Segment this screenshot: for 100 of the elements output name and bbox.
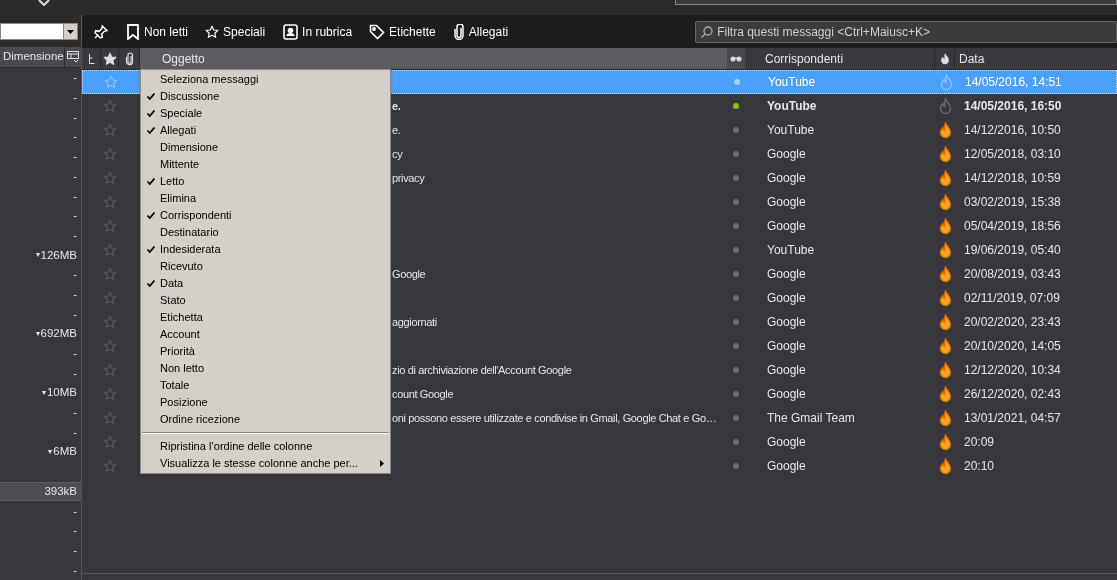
star-icon	[103, 291, 117, 305]
message-date: 20/02/2020, 23:43	[964, 315, 1061, 329]
menu-item[interactable]: Mittente	[141, 156, 390, 173]
message-sender: Google	[767, 315, 806, 329]
check-icon	[146, 93, 155, 100]
menu-item[interactable]: Priorità	[141, 343, 390, 360]
message-sender: Google	[767, 387, 806, 401]
expand-marker[interactable]: ▾	[41, 387, 46, 400]
filter-button[interactable]: Non letti	[126, 22, 189, 41]
message-date: 13/01/2021, 04:57	[964, 411, 1061, 425]
message-date: 14/05/2016, 16:50	[964, 99, 1062, 113]
folder-size: 6MB	[53, 444, 77, 460]
column-header[interactable]: Oggetto	[140, 48, 727, 69]
address-field[interactable]	[675, 0, 1117, 5]
expand-marker[interactable]: ▾	[35, 249, 40, 262]
message-date: 02/11/2019, 07:09	[964, 291, 1060, 305]
folder-size: -	[73, 129, 77, 145]
star-icon	[103, 411, 117, 425]
column-header[interactable]: Corrispondenti	[745, 48, 935, 69]
menu-item[interactable]: Non letto	[141, 360, 390, 377]
star-icon	[103, 363, 117, 377]
folder-dropdown[interactable]	[0, 23, 78, 41]
message-date: 03/02/2019, 15:38	[964, 195, 1061, 209]
filter-button[interactable]: Etichette	[369, 22, 436, 41]
menu-item[interactable]: Totale	[141, 377, 390, 394]
star-icon	[103, 195, 117, 209]
folder-size: -	[73, 70, 77, 86]
menu-item[interactable]: Etichetta	[141, 309, 390, 326]
star-icon	[103, 99, 117, 113]
menu-item[interactable]: Account	[141, 326, 390, 343]
message-subject: e.	[392, 100, 401, 112]
pin-icon	[93, 23, 109, 40]
message-sender: Google	[767, 147, 806, 161]
flame-icon[interactable]	[939, 52, 950, 65]
message-date: 12/12/2020, 10:34	[964, 363, 1061, 377]
check-icon	[146, 246, 155, 253]
paperclip-icon	[452, 23, 465, 40]
message-date: 20:09	[964, 435, 995, 449]
paperclip-icon[interactable]	[124, 51, 134, 66]
message-subject: aggiornati	[392, 316, 437, 328]
star-icon	[104, 75, 118, 89]
menu-item[interactable]: Indesiderata	[141, 241, 390, 258]
glasses-icon[interactable]	[730, 55, 742, 62]
submenu-arrow-icon	[380, 460, 384, 467]
menu-item[interactable]: Speciale	[141, 105, 390, 122]
message-date: 20/10/2020, 14:05	[964, 339, 1061, 353]
search-box[interactable]: Filtra questi messaggi <Ctrl+Maiusc+K>	[695, 20, 1117, 43]
search-field[interactable]: Filtra questi messaggi <Ctrl+Maiusc+K>	[717, 22, 1116, 41]
menu-item[interactable]: Destinatario	[141, 224, 390, 241]
folder-size: 393kB	[44, 483, 77, 499]
menu-item[interactable]: Letto	[141, 173, 390, 190]
menu-item[interactable]: Data	[141, 275, 390, 292]
filter-button[interactable]: Speciali	[205, 22, 266, 41]
menu-item[interactable]: Stato	[141, 292, 390, 309]
menu-item[interactable]: Ricevuto	[141, 258, 390, 275]
message-sender: Google	[767, 459, 806, 473]
menu-item[interactable]: Dimensione	[141, 139, 390, 156]
pin-button[interactable]	[93, 23, 109, 40]
star-icon	[103, 435, 117, 449]
filter-button[interactable]: Allegati	[452, 22, 509, 41]
star-icon	[103, 339, 117, 353]
star-icon	[103, 171, 117, 185]
message-date: 20:10	[964, 459, 995, 473]
menu-item[interactable]: Corrispondenti	[141, 207, 390, 224]
message-date: 26/12/2020, 02:43	[964, 387, 1061, 401]
menu-item[interactable]: Visualizza le stesse colonne anche per...	[141, 455, 390, 472]
column-header[interactable]: Data	[955, 48, 1117, 69]
folder-size: -	[73, 306, 77, 322]
expand-marker[interactable]: ▾	[48, 446, 53, 459]
message-sender: Google	[767, 363, 806, 377]
message-subject: zio di archiviazione dell'Account Google	[392, 364, 572, 376]
menu-item[interactable]: Discussione	[141, 88, 390, 105]
thread-icon[interactable]	[87, 53, 95, 64]
chevron-down-icon[interactable]	[38, 0, 50, 6]
message-sender: Google	[767, 267, 806, 281]
search-icon	[701, 25, 714, 38]
menu-item[interactable]: Allegati	[141, 122, 390, 139]
menu-item[interactable]: Ordine ricezione	[141, 411, 390, 428]
menu-item[interactable]: Ripristina l’ordine delle colonne	[141, 438, 390, 455]
message-sender: Google	[767, 195, 806, 209]
folder-size: -	[73, 424, 77, 440]
menu-item[interactable]: Posizione	[141, 394, 390, 411]
menu-item[interactable]: Seleziona messaggi	[141, 71, 390, 88]
star-icon	[103, 123, 117, 137]
expand-marker[interactable]: ▾	[35, 328, 40, 340]
star-icon	[103, 315, 117, 329]
message-date: 14/12/2018, 10:59	[964, 171, 1061, 185]
message-date: 20/08/2019, 03:43	[964, 267, 1061, 281]
message-sender: Google	[767, 171, 806, 185]
message-sender: Google	[767, 435, 806, 449]
folder-size: -	[73, 149, 77, 165]
message-sender: YouTube	[767, 99, 817, 113]
folder-size: 126MB	[40, 247, 77, 263]
filter-button[interactable]: In rubrica	[282, 22, 353, 41]
menu-item[interactable]: Elimina	[141, 190, 390, 207]
star-icon	[205, 24, 220, 39]
folder-size: -	[73, 227, 77, 243]
message-subject: Google	[392, 268, 426, 280]
column-picker-icon[interactable]	[67, 51, 79, 63]
message-date: 05/04/2019, 18:56	[964, 219, 1061, 233]
